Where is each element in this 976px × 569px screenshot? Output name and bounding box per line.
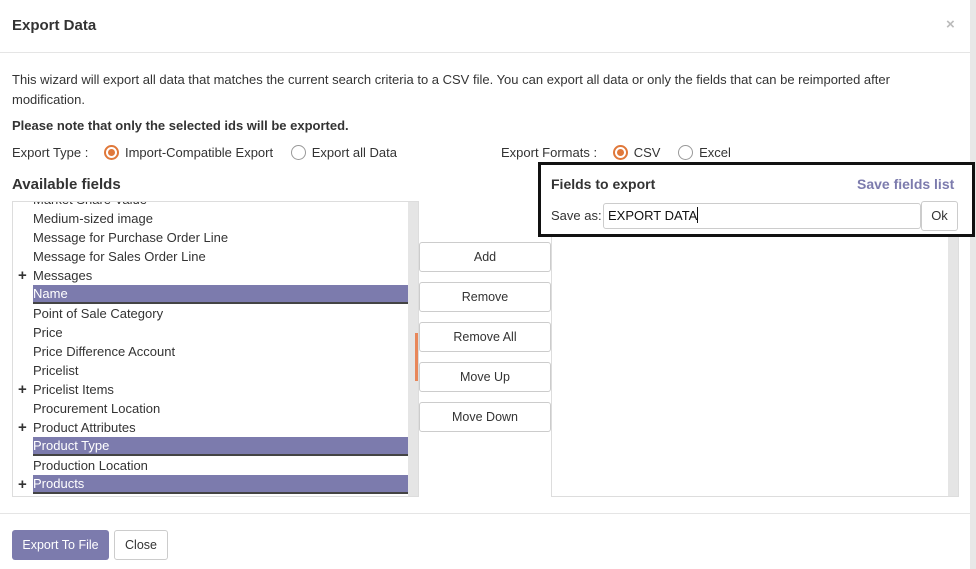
export-formats-label: Export Formats : [501,145,598,160]
field-label: Point of Sale Category [33,306,164,321]
field-item[interactable]: Procurement Location [13,399,408,418]
radio-checked-icon[interactable] [612,145,628,160]
radio-unchecked-icon[interactable] [290,145,306,160]
field-label: Medium-sized image [33,211,153,226]
remove-button[interactable]: Remove [419,282,551,312]
fields-to-export-list[interactable] [551,236,959,497]
field-label: Messages [33,268,93,283]
field-item[interactable]: Point of Sale Category [13,304,408,323]
expand-plus-icon[interactable]: + [18,418,27,437]
field-item[interactable]: Product Type [13,437,408,456]
field-item[interactable]: Message for Purchase Order Line [13,228,408,247]
radio-label: Export all Data [311,145,397,160]
field-label: Pricelist Items [33,382,114,397]
export-type-label: Export Type : [12,145,89,160]
field-label: Market Share Value [33,202,408,209]
radio-checked-icon[interactable] [103,145,119,160]
radio-csv[interactable]: CSV [612,145,661,160]
field-label: Pricelist [33,363,79,378]
field-label: Name [33,285,408,304]
field-label: Price [33,325,63,340]
radio-label: Excel [699,145,731,160]
field-label: Products [33,475,408,494]
field-item[interactable]: + Pricelist Items [13,380,408,399]
export-formats-group: Export Formats : CSV Excel [501,145,745,160]
expand-plus-icon[interactable]: + [18,380,27,399]
field-item[interactable]: Price Difference Account [13,342,408,361]
radio-import-compatible[interactable]: Import-Compatible Export [103,145,274,160]
field-item[interactable]: + Messages [13,266,408,285]
dialog-scrollbar[interactable] [970,0,976,569]
fields-to-export-title: Fields to export [551,176,656,192]
field-item[interactable]: + Products [13,475,408,494]
expand-plus-icon[interactable]: + [18,266,27,285]
intro-text: This wizard will export all data that ma… [12,72,890,107]
field-item[interactable]: + Product Attributes [13,418,408,437]
footer-divider [0,513,970,514]
radio-excel[interactable]: Excel [678,145,731,160]
radio-export-all[interactable]: Export all Data [290,145,397,160]
field-label: Product Attributes [33,420,136,435]
save-fields-list-link[interactable]: Save fields list [857,176,954,192]
ok-button[interactable]: Ok [921,201,958,231]
field-item[interactable]: Medium-sized image [13,209,408,228]
move-up-button[interactable]: Move Up [419,362,551,392]
field-label: Product Type [33,437,408,456]
radio-unchecked-icon[interactable] [678,145,694,160]
field-label: Procurement Location [33,401,161,416]
dialog-title: Export Data [12,17,97,34]
export-type-group: Export Type : Import-Compatible Export E… [12,145,411,160]
field-item[interactable]: Message for Sales Order Line [13,247,408,266]
field-label: Price Difference Account [33,344,176,359]
scroll-thumb[interactable] [415,333,418,381]
field-item[interactable]: Name [13,285,408,304]
radio-label: Import-Compatible Export [124,145,274,160]
export-to-file-button[interactable]: Export To File [12,530,109,560]
available-fields-title: Available fields [12,176,121,193]
save-as-value: EXPORT DATA [608,208,698,223]
radio-label: CSV [633,145,661,160]
add-button[interactable]: Add [419,242,551,272]
remove-all-button[interactable]: Remove All [419,322,551,352]
text-caret [697,207,699,223]
field-item[interactable]: Price [13,323,408,342]
header-divider [0,52,970,53]
expand-plus-icon[interactable]: + [18,475,27,494]
field-item[interactable]: Market Share Value [13,202,408,209]
move-down-button[interactable]: Move Down [419,402,551,432]
field-item[interactable]: Production Location [13,456,408,475]
fields-to-export-scrollbar[interactable] [948,237,958,496]
close-icon[interactable]: × [946,16,955,33]
save-as-label: Save as: [551,208,602,223]
field-label: Message for Sales Order Line [33,249,206,264]
field-item[interactable]: Pricelist [13,361,408,380]
selected-ids-note: Please note that only the selected ids w… [12,118,349,133]
field-label: Message for Purchase Order Line [33,230,229,245]
field-label: Production Location [33,458,148,473]
save-as-input[interactable]: EXPORT DATA [603,203,921,229]
available-fields-list[interactable]: Market Share Value Medium-sized image Mess… [12,201,419,497]
close-button[interactable]: Close [114,530,168,560]
